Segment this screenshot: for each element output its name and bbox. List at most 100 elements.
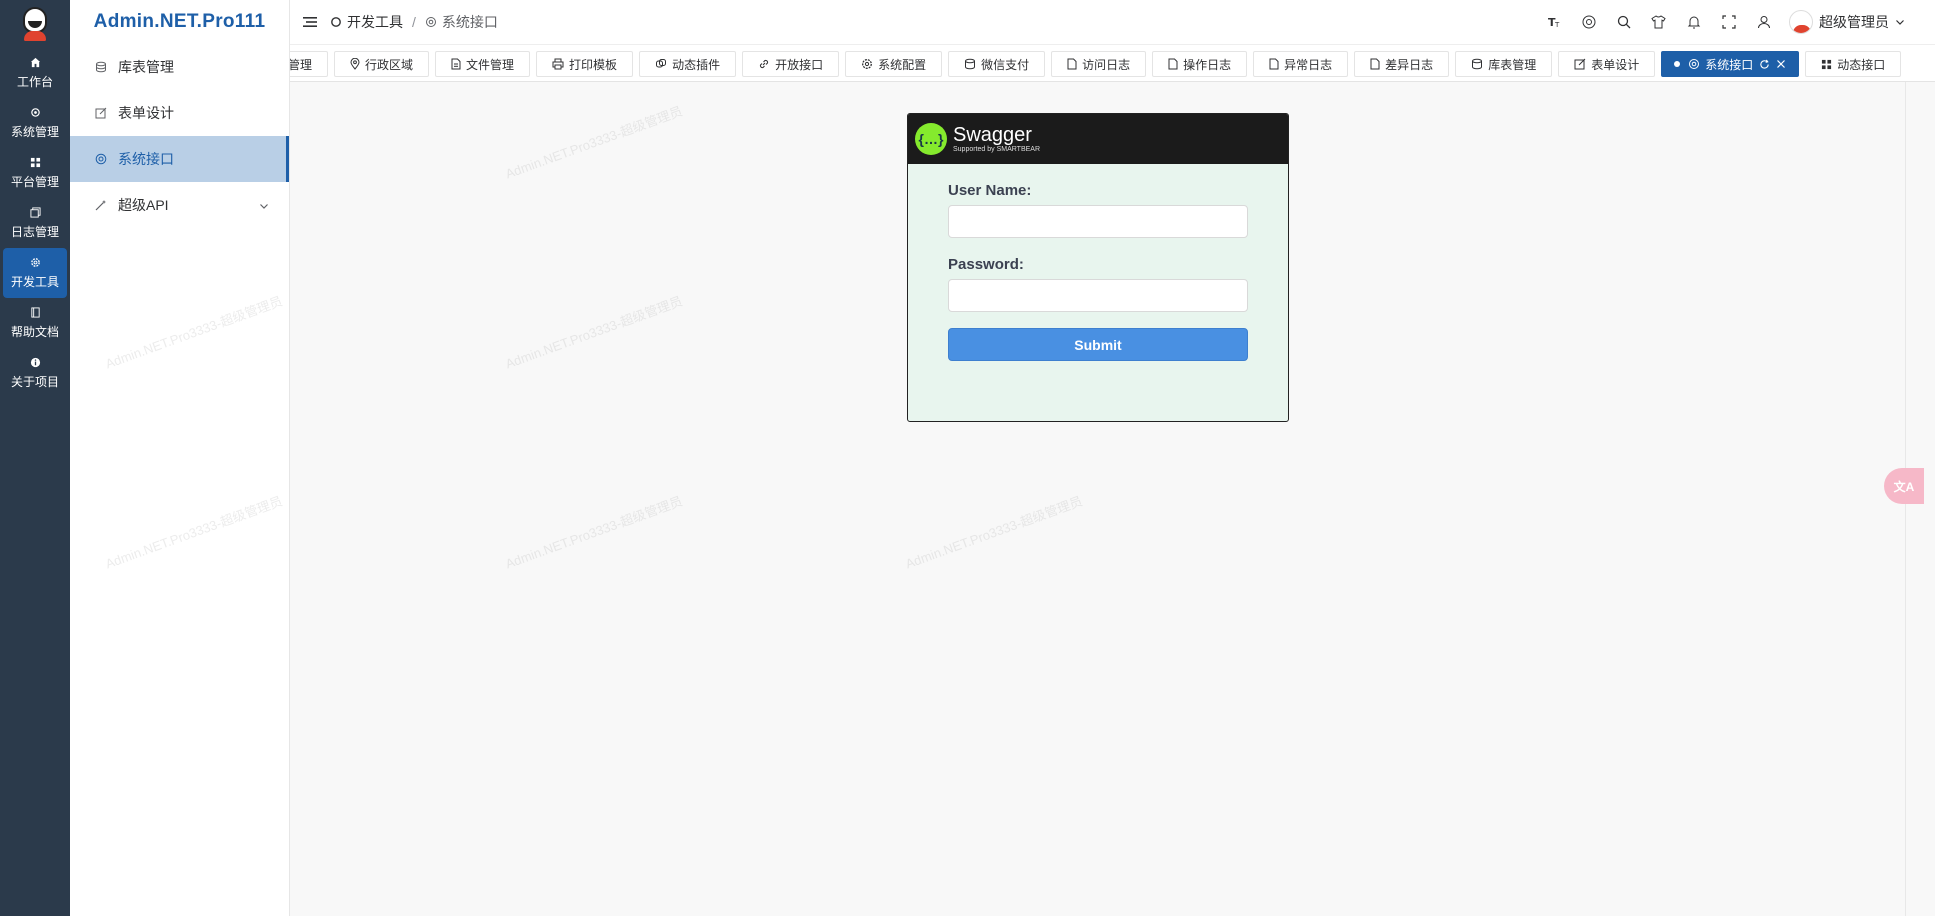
tag-dynamic-api[interactable]: 动态接口 bbox=[1805, 51, 1902, 77]
tag-label: 动态插件 bbox=[672, 57, 721, 72]
watermark: Admin.NET.Pro3333-超级管理员 bbox=[503, 293, 685, 372]
tag-wechat-pay[interactable]: 微信支付 bbox=[948, 51, 1046, 77]
watermark: Admin.NET.Pro3333-超级管理员 bbox=[903, 493, 1085, 572]
fullscreen-icon[interactable] bbox=[1711, 0, 1746, 44]
tag-form-design[interactable]: 表单设计 bbox=[1558, 51, 1656, 77]
tags-view-bar: 管理 行政区域 文件管理 打印模板 动态插件 开放接口 系统配置 微信支付 访问… bbox=[290, 44, 1935, 82]
document-icon bbox=[451, 58, 461, 70]
sidebar-item-label: 库表管理 bbox=[118, 59, 174, 75]
document-icon bbox=[1370, 58, 1380, 70]
rail-item-devtools[interactable]: 开发工具 bbox=[3, 248, 67, 298]
bell-icon[interactable] bbox=[1676, 0, 1711, 44]
close-icon[interactable] bbox=[1776, 59, 1786, 69]
location-icon bbox=[350, 58, 360, 70]
swagger-subtitle: Supported by SMARTBEAR bbox=[953, 145, 1041, 153]
tag-db-management[interactable]: 库表管理 bbox=[1455, 51, 1553, 77]
chevron-down-icon bbox=[1895, 17, 1905, 27]
tag-diff-log[interactable]: 差异日志 bbox=[1354, 51, 1450, 77]
breadcrumb-item-current: 系统接口 bbox=[441, 14, 498, 30]
rail-item-platform[interactable]: 平台管理 bbox=[0, 148, 70, 198]
tag-label: 系统配置 bbox=[878, 57, 927, 72]
breadcrumb-separator: / bbox=[412, 14, 416, 30]
menu-toggle-icon[interactable] bbox=[290, 0, 330, 44]
tag-print-template[interactable]: 打印模板 bbox=[536, 51, 634, 77]
rail-item-label: 平台管理 bbox=[10, 174, 59, 189]
tag-label: 操作日志 bbox=[1183, 57, 1232, 72]
tag-dynamic-plugin[interactable]: 动态插件 bbox=[639, 51, 737, 77]
tag-label: 行政区域 bbox=[365, 57, 414, 72]
sidebar-item-label: 表单设计 bbox=[118, 105, 174, 121]
database-icon bbox=[94, 60, 108, 74]
tag-system-api[interactable]: 系统接口 bbox=[1661, 51, 1800, 77]
login-form: User Name: Password: Submit bbox=[908, 182, 1288, 361]
sidebar-item-super-api[interactable]: 超级API bbox=[70, 182, 289, 228]
tag-operation-log[interactable]: 操作日志 bbox=[1152, 51, 1248, 77]
user-profile-icon[interactable] bbox=[1746, 0, 1781, 44]
avatar bbox=[1789, 10, 1813, 34]
header-toolbar: TT 超级管理员 bbox=[1536, 0, 1905, 44]
password-input[interactable] bbox=[948, 279, 1248, 312]
tag-exception-log[interactable]: 异常日志 bbox=[1253, 51, 1349, 77]
rail-item-label: 工作台 bbox=[16, 74, 53, 89]
sidebar-item-system-api[interactable]: 系统接口 bbox=[70, 136, 289, 182]
database-icon bbox=[1471, 58, 1483, 70]
grid-icon bbox=[1821, 59, 1832, 70]
tag-label: 访问日志 bbox=[1082, 57, 1131, 72]
tag-label: 微信支付 bbox=[981, 57, 1030, 72]
tag-system-config[interactable]: 系统配置 bbox=[845, 51, 943, 77]
refresh-icon[interactable] bbox=[1759, 59, 1770, 70]
theme-shirt-icon[interactable] bbox=[1641, 0, 1676, 44]
password-label: Password: bbox=[948, 256, 1024, 273]
swagger-title: Swagger bbox=[953, 123, 1032, 146]
sidebar-item-form-design[interactable]: 表单设计 bbox=[70, 90, 289, 136]
rail-item-logs[interactable]: 日志管理 bbox=[0, 198, 70, 248]
tag-open-api[interactable]: 开放接口 bbox=[742, 51, 840, 77]
rail-item-help[interactable]: 帮助文档 bbox=[0, 298, 70, 348]
tag-file-management[interactable]: 文件管理 bbox=[435, 51, 531, 77]
search-icon[interactable] bbox=[1606, 0, 1641, 44]
copy-icon bbox=[29, 207, 41, 219]
brand-title: Admin.NET.Pro111 bbox=[93, 11, 266, 32]
breadcrumb: 开发工具 / 系统接口 bbox=[330, 12, 498, 32]
rail-item-workbench[interactable]: 工作台 bbox=[0, 48, 70, 98]
magic-icon bbox=[94, 198, 108, 212]
submit-button[interactable]: Submit bbox=[948, 328, 1248, 361]
rail-item-label: 日志管理 bbox=[10, 224, 59, 239]
active-dot-icon bbox=[1674, 61, 1681, 67]
tag-access-log[interactable]: 访问日志 bbox=[1051, 51, 1147, 77]
primary-nav-rail: 工作台 系统管理 平台管理 日志管理 开发工具 帮助文档 关于项目 bbox=[0, 0, 70, 916]
link-icon bbox=[758, 58, 770, 70]
tag-label: 表单设计 bbox=[1591, 57, 1640, 72]
tag-label: 打印模板 bbox=[569, 57, 618, 72]
tag-management[interactable]: 管理 bbox=[290, 51, 329, 77]
tag-region[interactable]: 行政区域 bbox=[334, 51, 430, 77]
book-icon bbox=[29, 307, 41, 319]
rail-item-about[interactable]: 关于项目 bbox=[0, 348, 70, 398]
gear-icon bbox=[29, 107, 41, 119]
username-label: User Name: bbox=[948, 182, 1032, 199]
svg-text:T: T bbox=[1554, 21, 1560, 29]
sidebar-item-db-management[interactable]: 库表管理 bbox=[70, 44, 289, 90]
translate-float-button[interactable]: 文A bbox=[1884, 468, 1924, 504]
language-icon[interactable] bbox=[1571, 0, 1606, 44]
tag-label: 库表管理 bbox=[1488, 57, 1537, 72]
breadcrumb-item-devtools[interactable]: 开发工具 bbox=[347, 12, 403, 32]
info-icon bbox=[29, 357, 41, 369]
sidebar-item-label: 系统接口 bbox=[118, 151, 174, 167]
app-logo[interactable] bbox=[0, 0, 70, 48]
tag-label: 管理 bbox=[290, 57, 313, 72]
document-icon bbox=[1067, 58, 1077, 70]
secondary-sidebar: Admin.NET.Pro111 库表管理 表单设计 系统接口 超级API bbox=[70, 0, 290, 916]
user-menu[interactable]: 超级管理员 bbox=[1789, 10, 1905, 34]
rail-item-system[interactable]: 系统管理 bbox=[0, 98, 70, 148]
sidebar-item-label: 超级API bbox=[118, 197, 169, 213]
font-size-icon[interactable]: TT bbox=[1536, 0, 1571, 44]
username-input[interactable] bbox=[948, 205, 1248, 238]
edit-icon bbox=[1574, 58, 1586, 70]
tag-label: 文件管理 bbox=[466, 57, 515, 72]
home-icon bbox=[29, 57, 41, 69]
grid-icon bbox=[29, 157, 41, 169]
tag-label: 异常日志 bbox=[1284, 57, 1333, 72]
cog-icon bbox=[29, 257, 41, 269]
gear-icon bbox=[861, 58, 873, 70]
